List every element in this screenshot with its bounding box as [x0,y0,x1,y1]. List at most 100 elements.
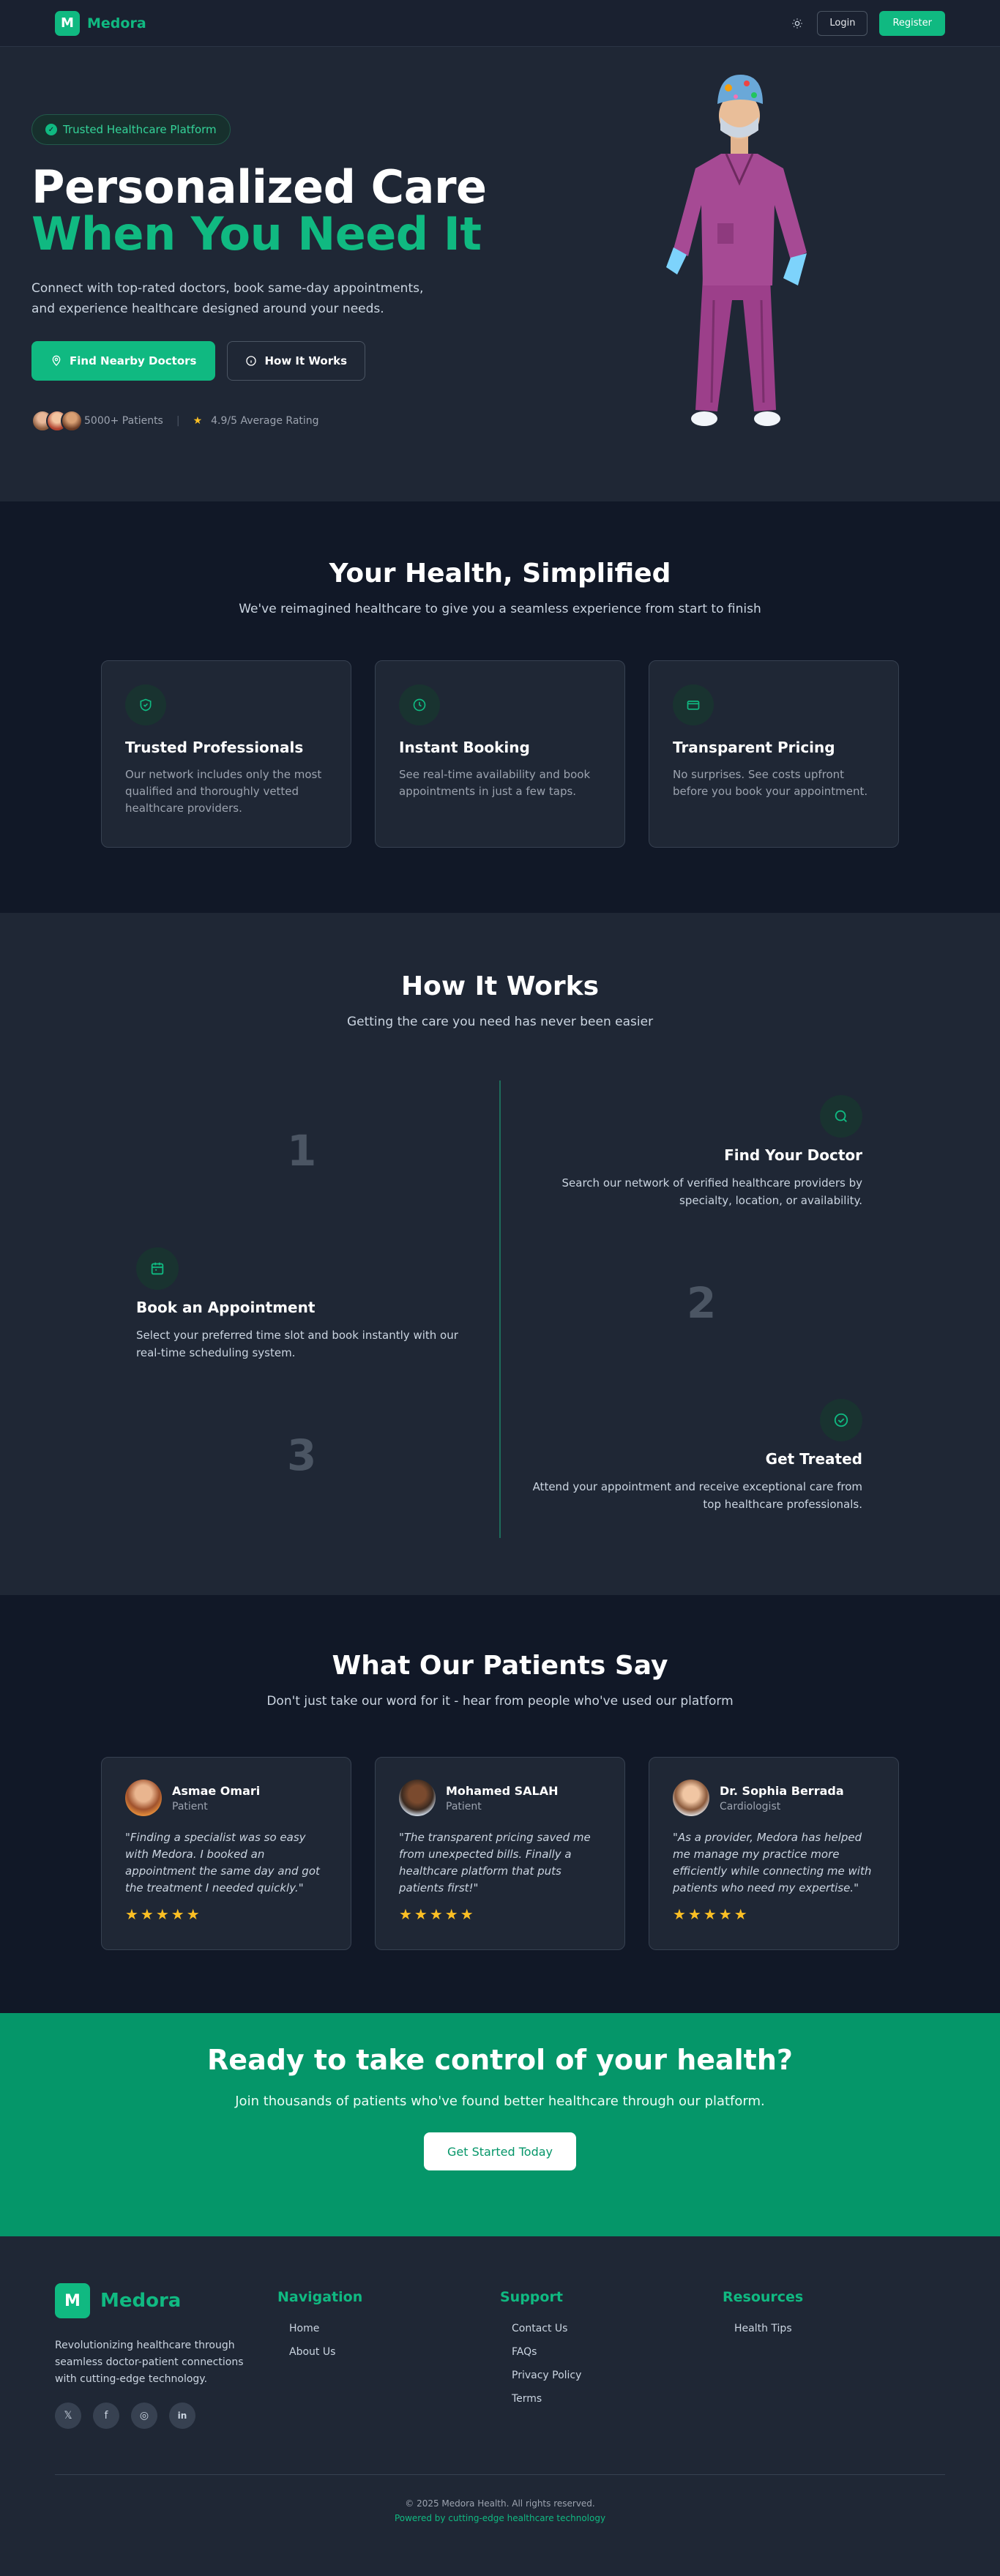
rating-stars: ★★★★★ [673,1905,750,1923]
step-title: Get Treated [765,1450,862,1468]
hero-title: Personalized Care When You Need It [31,164,1000,258]
cta-subtitle: Join thousands of patients who've found … [235,2094,765,2109]
footer-columns: M Medora Revolutionizing healthcare thro… [55,2283,945,2429]
footer-navigation-column: Navigation Home About Us [277,2283,500,2429]
x-twitter-icon[interactable]: 𝕏 [55,2403,81,2429]
brand-logo[interactable]: M Medora [55,10,146,36]
powered-by: Powered by cutting-edge healthcare techn… [394,2513,606,2523]
cta-section: Ready to take control of your health? Jo… [0,2013,1000,2236]
footer-link-about[interactable]: About Us [289,2346,500,2358]
footer-link-health-tips[interactable]: Health Tips [734,2323,945,2334]
register-button[interactable]: Register [879,10,945,36]
footer-brand-column: M Medora Revolutionizing healthcare thro… [55,2283,277,2429]
social-links: 𝕏 f ◎ in [55,2403,277,2429]
features-subtitle: We've reimagined healthcare to give you … [239,602,761,616]
avatar [673,1780,709,1816]
rating-stars: ★★★★★ [399,1905,476,1923]
copyright: © 2025 Medora Health. All rights reserve… [405,2498,595,2509]
footer: M Medora Revolutionizing healthcare thro… [0,2236,1000,2576]
how-subtitle: Getting the care you need has never been… [346,1015,654,1029]
testimonial-card: Mohamed SALAH Patient "The transparent p… [375,1757,625,1950]
reviewer-role: Patient [446,1800,482,1812]
footer-logo[interactable]: M Medora [55,2283,277,2318]
feature-text: See real-time availability and book appo… [399,768,591,798]
logo-mark: M [55,2283,90,2318]
footer-links: Health Tips [723,2323,945,2334]
top-navbar: M Medora Login Register [0,0,1000,47]
footer-link-faqs[interactable]: FAQs [512,2346,723,2358]
testimonial-card: Dr. Sophia Berrada Cardiologist "As a pr… [649,1757,899,1950]
feature-card: Instant Booking See real-time availabili… [375,660,625,848]
get-started-button[interactable]: Get Started Today [423,2132,577,2170]
feature-text: Our network includes only the most quali… [125,768,322,815]
footer-resources-column: Resources Health Tips [723,2283,945,2429]
instagram-icon[interactable]: ◎ [131,2403,157,2429]
doctor-illustration [666,75,807,426]
hero-title-line1: Personalized Care [31,160,487,214]
check-circle-icon [820,1399,862,1441]
badge-label: Trusted Healthcare Platform [63,123,217,136]
footer-links: Home About Us [277,2323,500,2358]
feature-text: No surprises. See costs upfront before y… [673,768,868,798]
testimonial-header: Dr. Sophia Berrada Cardiologist [673,1780,875,1816]
login-button[interactable]: Login [817,10,868,36]
footer-link-contact[interactable]: Contact Us [512,2323,723,2334]
footer-link-privacy[interactable]: Privacy Policy [512,2370,723,2381]
steps-timeline: 1 Find Your Doctor Search our network of… [0,1080,1000,1549]
feature-title: Instant Booking [399,739,530,756]
footer-heading: Support [500,2289,563,2305]
reviewer-name: Asmae Omari [172,1783,261,1798]
how-it-works-button[interactable]: How It Works [227,341,365,381]
facebook-icon[interactable]: f [93,2403,119,2429]
search-icon [820,1095,862,1138]
how-title: How It Works [400,971,600,1001]
step-text: Attend your appointment and receive exce… [532,1480,862,1511]
footer-link-terms[interactable]: Terms [512,2393,723,2405]
testimonials-section: What Our Patients Say Don't just take ou… [0,1595,1000,2013]
hero-subtitle: Connect with top-rated doctors, book sam… [31,281,424,316]
hero-stats: 5000+ Patients | ★ 4.9/5 Average Rating [31,410,1000,432]
step-number: 2 [687,1278,717,1328]
logo-mark: M [55,10,80,36]
footer-support-column: Support Contact Us FAQs Privacy Policy T… [500,2283,723,2429]
step-book-appointment: Book an Appointment Select your preferre… [136,1247,473,1362]
average-rating: 4.9/5 Average Rating [211,415,319,427]
feature-title: Transparent Pricing [673,739,835,756]
step-text: Select your preferred time slot and book… [136,1329,458,1359]
credit-card-icon [673,684,714,725]
reviewer-name: Dr. Sophia Berrada [720,1783,844,1798]
step-number: 1 [287,1126,317,1176]
calendar-icon [136,1247,179,1290]
testimonial-quote: "As a provider, Medora has helped me man… [673,1831,872,1894]
footer-description: Revolutionizing healthcare through seaml… [55,2340,244,2385]
testimonial-cards: Asmae Omari Patient "Finding a specialis… [0,1757,1000,1950]
footer-heading: Navigation [277,2289,363,2305]
reviewer-name: Mohamed SALAH [446,1783,559,1798]
clock-icon [399,684,440,725]
feature-card: Trusted Professionals Our network includ… [101,660,351,848]
timeline-line [499,1080,501,1538]
sun-icon[interactable] [789,15,805,31]
patients-count: 5000+ Patients [84,415,163,427]
nav-actions: Login Register [789,10,945,36]
step-title: Book an Appointment [136,1299,316,1316]
testimonial-card: Asmae Omari Patient "Finding a specialis… [101,1757,351,1950]
testimonial-quote: "The transparent pricing saved me from u… [399,1831,591,1894]
testimonials-title: What Our Patients Say [332,1651,668,1681]
brand-name: Medora [87,15,146,31]
avatar [125,1780,162,1816]
rating-stars: ★★★★★ [125,1905,202,1923]
find-doctors-button[interactable]: Find Nearby Doctors [31,341,216,381]
find-doctors-label: Find Nearby Doctors [70,354,197,367]
step-text: Search our network of verified healthcar… [561,1176,862,1207]
step-find-doctor: Find Your Doctor Search our network of v… [526,1095,862,1209]
map-pin-icon [52,355,61,366]
testimonial-header: Mohamed SALAH Patient [399,1780,601,1816]
hero-title-line2: When You Need It [31,207,482,261]
check-badge-icon: ✓ [45,124,57,135]
footer-link-home[interactable]: Home [289,2323,500,2334]
step-title: Find Your Doctor [724,1146,862,1164]
avatar [61,410,83,432]
linkedin-icon[interactable]: in [169,2403,195,2429]
cta-title: Ready to take control of your health? [207,2044,793,2076]
